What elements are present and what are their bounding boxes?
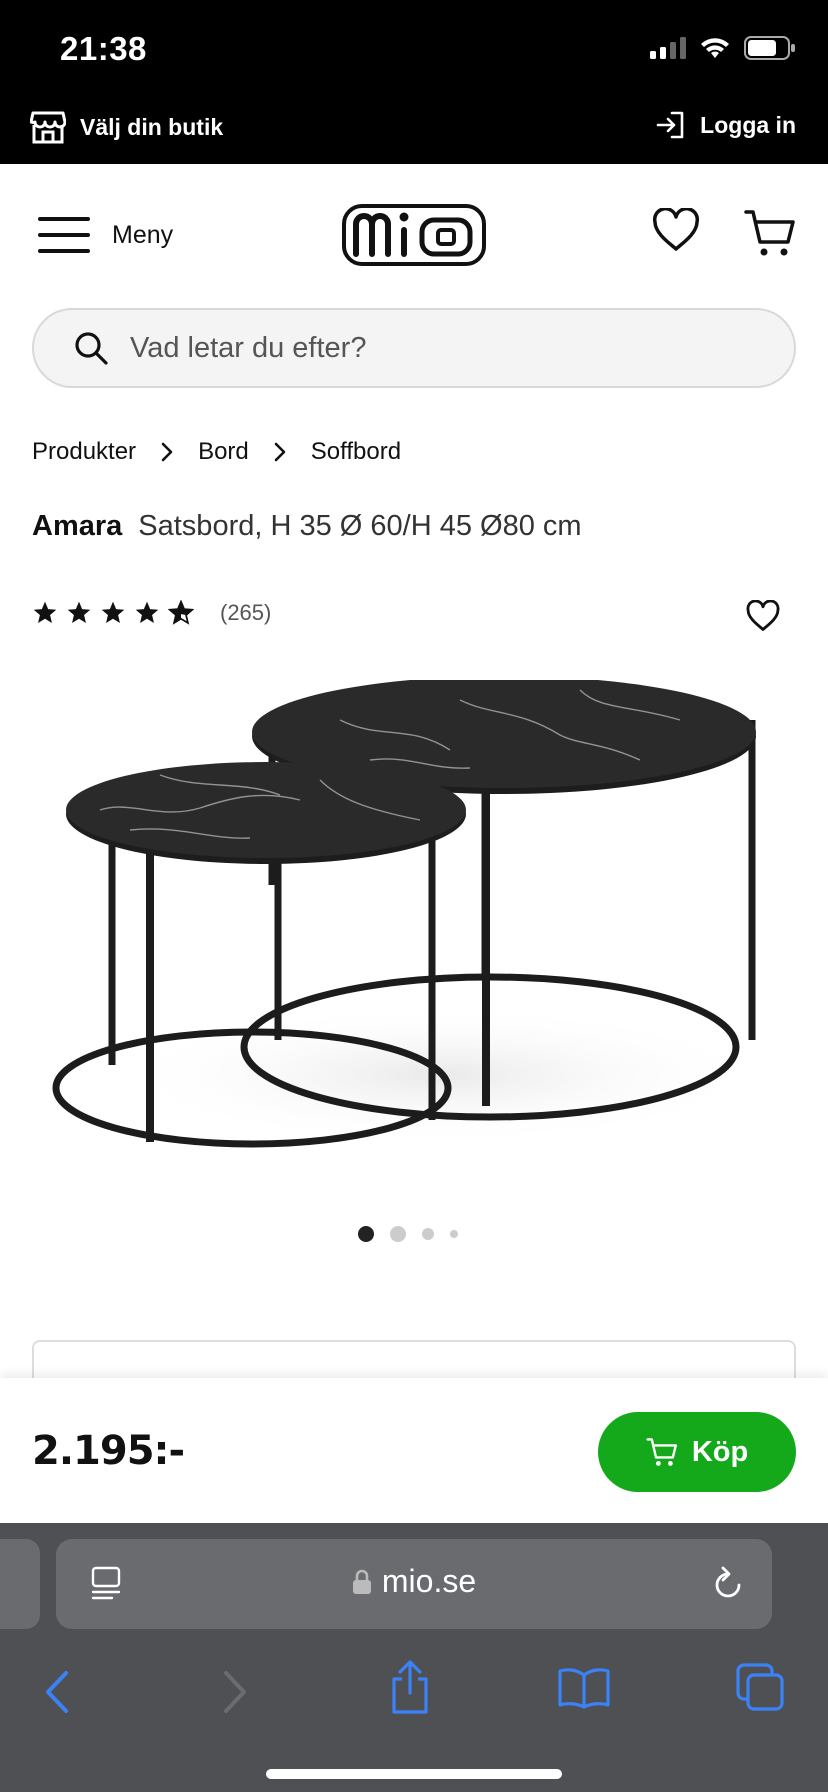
bookmarks-icon[interactable] [558, 1667, 610, 1709]
chevron-right-icon [154, 441, 180, 463]
url-display: mio.se [56, 1563, 772, 1600]
star-half-icon [168, 600, 194, 625]
chevron-right-icon [267, 441, 293, 463]
search-input[interactable] [130, 331, 730, 365]
back-chevron-icon[interactable] [42, 1669, 72, 1715]
search-icon [75, 332, 108, 365]
star-full-icon [33, 601, 57, 623]
wishlist-heart-icon[interactable] [652, 208, 700, 252]
share-icon[interactable] [388, 1659, 432, 1715]
battery-icon [744, 36, 795, 60]
product-image[interactable] [40, 680, 780, 1200]
mio-logo-mark [342, 204, 486, 266]
reload-icon[interactable] [710, 1563, 746, 1603]
status-bar: 21:38 [0, 0, 828, 96]
carousel-dot[interactable] [450, 1230, 458, 1238]
star-full-icon [101, 601, 125, 623]
carousel-dot[interactable] [390, 1226, 406, 1242]
site-header: Meny [0, 164, 828, 304]
login-button[interactable]: Logga in [656, 110, 796, 140]
menu-button[interactable]: Meny [38, 216, 173, 254]
cart-icon [646, 1438, 677, 1466]
status-icons [650, 36, 796, 60]
buy-button-label: Köp [691, 1435, 749, 1468]
carousel-dot-active[interactable] [358, 1226, 374, 1242]
product-description: Satsbord, H 35 Ø 60/H 45 Ø80 cm [138, 510, 582, 542]
menu-label: Meny [112, 220, 174, 249]
previous-tab-peek[interactable] [0, 1539, 40, 1629]
buy-button[interactable]: Köp [598, 1412, 796, 1492]
browser-chrome: mio.se [0, 1523, 828, 1792]
wifi-icon [701, 38, 729, 58]
product-rating[interactable]: (265) [32, 600, 271, 626]
product-title: Amara Satsbord, H 35 Ø 60/H 45 Ø80 cm [32, 510, 582, 543]
breadcrumb-link-soffbord[interactable]: Soffbord [311, 438, 401, 466]
store-bar: Välj din butik Logga in [0, 96, 828, 164]
star-full-icon [67, 601, 91, 623]
choose-store-label: Välj din butik [80, 113, 224, 140]
status-time: 21:38 [60, 30, 147, 67]
address-bar[interactable]: mio.se [56, 1539, 772, 1629]
login-icon [656, 111, 684, 139]
carousel-dot[interactable] [422, 1228, 434, 1240]
review-count: (265) [220, 600, 272, 625]
hamburger-icon [38, 217, 90, 253]
browser-toolbar [0, 1653, 828, 1733]
choose-store-button[interactable]: Välj din butik [30, 110, 223, 144]
breadcrumb-link-produkter[interactable]: Produkter [32, 438, 136, 466]
cellular-signal-icon [650, 37, 686, 59]
star-full-icon [135, 601, 159, 623]
tabs-icon[interactable] [736, 1663, 784, 1711]
cart-icon[interactable] [744, 208, 796, 258]
lock-icon [352, 1569, 371, 1594]
mio-logo[interactable] [342, 202, 486, 273]
image-carousel-dots [358, 1226, 458, 1242]
add-to-wishlist-heart-icon[interactable] [746, 600, 780, 632]
forward-chevron-icon[interactable] [220, 1669, 250, 1715]
home-indicator [266, 1769, 562, 1779]
breadcrumb: Produkter Bord Soffbord [32, 438, 401, 466]
url-text: mio.se [381, 1563, 477, 1599]
store-icon [30, 111, 66, 144]
buy-bar: 2.195:- Köp [0, 1378, 828, 1523]
breadcrumb-link-bord[interactable]: Bord [198, 438, 249, 466]
product-price: 2.195:- [32, 1428, 185, 1474]
login-label: Logga in [700, 111, 796, 138]
search-bar[interactable] [32, 308, 796, 388]
product-brand: Amara [32, 510, 123, 542]
